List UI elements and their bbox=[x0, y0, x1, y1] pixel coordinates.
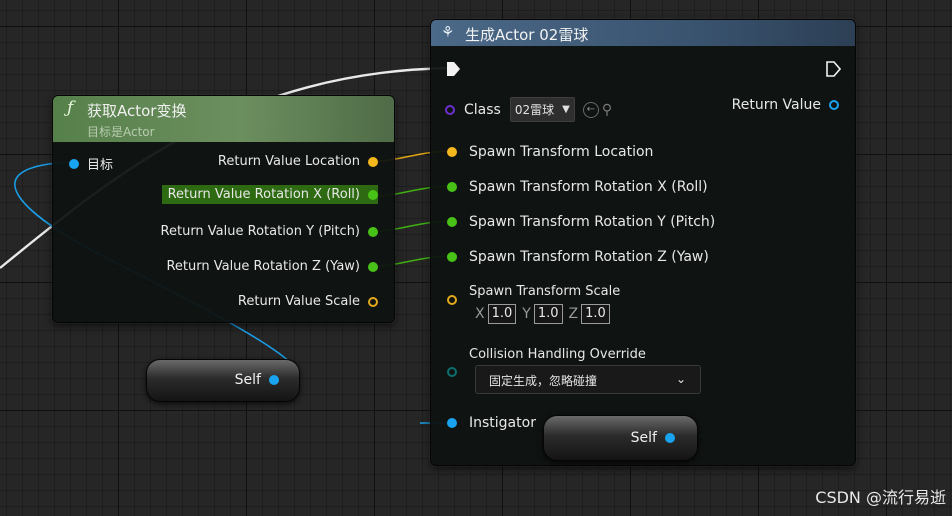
self-node[interactable]: Self bbox=[146, 359, 300, 402]
output-scale-label: Return Value Scale bbox=[237, 294, 360, 309]
collision-pin[interactable] bbox=[447, 367, 457, 377]
scale-x-label: X bbox=[475, 306, 485, 322]
instigator-self-node[interactable]: Self bbox=[543, 415, 698, 461]
output-rotation-x-pin[interactable] bbox=[368, 189, 378, 200]
output-rotation-y-pin[interactable] bbox=[368, 226, 378, 237]
target-label: 目标 bbox=[87, 158, 114, 173]
target-input-row[interactable]: 目标 bbox=[69, 154, 113, 173]
function-icon: ƒ bbox=[67, 98, 74, 118]
class-label: Class bbox=[464, 101, 501, 118]
spawn-rot-z-label: Spawn Transform Rotation Z (Yaw) bbox=[469, 249, 709, 265]
collision-row[interactable] bbox=[447, 367, 457, 377]
instigator-label: Instigator bbox=[469, 415, 536, 431]
return-value-pin[interactable] bbox=[829, 100, 839, 110]
collision-dropdown-value: 固定生成，忽略碰撞 bbox=[489, 374, 598, 388]
spawn-scale-row[interactable] bbox=[447, 295, 457, 305]
spawn-rot-x-label: Spawn Transform Rotation X (Roll) bbox=[469, 179, 708, 195]
spawn-rot-y-row[interactable]: Spawn Transform Rotation Y (Pitch) bbox=[447, 214, 715, 230]
instigator-self-label: Self bbox=[630, 430, 657, 446]
output-location-pin[interactable] bbox=[368, 156, 378, 167]
browse-search-icon[interactable]: ⚲ bbox=[602, 102, 612, 118]
spawn-rot-z-pin[interactable] bbox=[447, 252, 457, 262]
class-dropdown[interactable]: 02雷球 ▼ bbox=[509, 97, 575, 122]
spawn-rot-y-label: Spawn Transform Rotation Y (Pitch) bbox=[469, 214, 716, 230]
output-rotation-x-row[interactable]: Return Value Rotation X (Roll) bbox=[161, 185, 378, 204]
self-output-pin[interactable] bbox=[269, 375, 279, 385]
class-row[interactable]: Class 02雷球 ▼ ← ⚲ bbox=[445, 97, 612, 122]
self-label: Self bbox=[234, 372, 261, 388]
instigator-row[interactable]: Instigator bbox=[447, 415, 536, 431]
output-rotation-z-pin[interactable] bbox=[368, 261, 378, 272]
output-scale-pin[interactable] bbox=[368, 296, 378, 307]
target-pin[interactable] bbox=[69, 158, 79, 169]
spawn-scale-label: Spawn Transform Scale bbox=[469, 284, 621, 299]
class-dropdown-value: 02雷球 bbox=[514, 103, 555, 117]
return-value-row[interactable]: Return Value bbox=[732, 97, 839, 113]
spawn-location-row[interactable]: Spawn Transform Location bbox=[447, 144, 653, 160]
collision-label: Collision Handling Override bbox=[469, 347, 646, 362]
spawn-node-header[interactable]: ⚘ 生成Actor 02雷球 bbox=[431, 20, 855, 46]
use-selected-icon[interactable]: ← bbox=[582, 101, 599, 118]
scale-vector-fields[interactable]: X 1.0 Y 1.0 Z 1.0 bbox=[475, 304, 610, 324]
output-rotation-z-row[interactable]: Return Value Rotation Z (Yaw) bbox=[166, 259, 378, 274]
output-rotation-x-label: Return Value Rotation X (Roll) bbox=[167, 187, 360, 202]
instigator-pin[interactable] bbox=[447, 418, 457, 428]
node-header[interactable]: ƒ 获取Actor变换 目标是Actor bbox=[53, 96, 394, 142]
spawn-rot-y-pin[interactable] bbox=[447, 217, 457, 227]
return-value-label: Return Value bbox=[731, 97, 821, 113]
spawn-actor-icon: ⚘ bbox=[441, 23, 455, 41]
output-location-row[interactable]: Return Value Location bbox=[218, 154, 378, 169]
exec-output-pin[interactable] bbox=[825, 61, 841, 77]
scale-x-field[interactable]: 1.0 bbox=[487, 304, 517, 324]
spawn-scale-pin[interactable] bbox=[447, 295, 457, 305]
node-subtitle: 目标是Actor bbox=[87, 125, 155, 139]
class-pin[interactable] bbox=[445, 104, 455, 115]
output-rotation-y-row[interactable]: Return Value Rotation Y (Pitch) bbox=[161, 224, 378, 239]
collision-dropdown[interactable]: 固定生成，忽略碰撞 ⌄ bbox=[475, 365, 701, 394]
scale-z-label: Z bbox=[568, 306, 579, 322]
output-location-label: Return Value Location bbox=[217, 154, 360, 169]
scale-z-field[interactable]: 1.0 bbox=[581, 304, 610, 324]
spawn-rot-x-pin[interactable] bbox=[447, 182, 457, 192]
node-title: 获取Actor变换 bbox=[87, 102, 187, 120]
spawn-location-pin[interactable] bbox=[447, 147, 457, 157]
scale-y-label: Y bbox=[522, 306, 531, 322]
exec-input-pin[interactable] bbox=[445, 61, 461, 77]
instigator-self-output-pin[interactable] bbox=[665, 433, 675, 443]
chevron-down-icon: ▼ bbox=[562, 104, 570, 115]
watermark: CSDN @流行易逝 bbox=[815, 488, 946, 507]
spawn-rot-x-row[interactable]: Spawn Transform Rotation X (Roll) bbox=[447, 179, 708, 195]
spawn-node-title: 生成Actor 02雷球 bbox=[465, 26, 589, 44]
output-rotation-y-label: Return Value Rotation Y (Pitch) bbox=[160, 224, 360, 239]
scale-y-field[interactable]: 1.0 bbox=[533, 304, 563, 324]
output-scale-row[interactable]: Return Value Scale bbox=[238, 294, 378, 309]
spawn-actor-node[interactable]: ⚘ 生成Actor 02雷球 Class 02雷球 ▼ ← ⚲ Return V… bbox=[430, 19, 856, 466]
spawn-rot-z-row[interactable]: Spawn Transform Rotation Z (Yaw) bbox=[447, 249, 709, 265]
spawn-location-label: Spawn Transform Location bbox=[469, 144, 654, 160]
get-actor-transform-node[interactable]: ƒ 获取Actor变换 目标是Actor 目标 Return Value Loc… bbox=[52, 95, 395, 323]
chevron-down-icon: ⌄ bbox=[675, 372, 686, 386]
output-rotation-z-label: Return Value Rotation Z (Yaw) bbox=[166, 259, 360, 274]
